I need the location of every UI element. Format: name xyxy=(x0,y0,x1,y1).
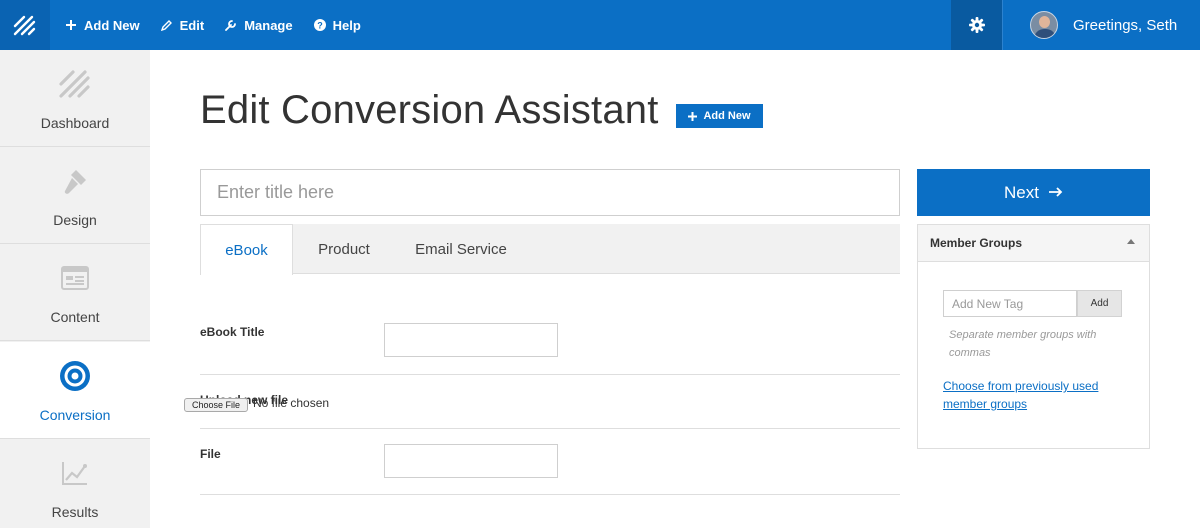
top-nav: Add New Edit Manage ? Help xyxy=(50,0,367,50)
add-tag-button[interactable]: Add xyxy=(1077,290,1122,317)
page-title: Edit Conversion Assistant xyxy=(200,88,659,132)
ebook-title-label: eBook Title xyxy=(200,325,265,339)
settings-button[interactable] xyxy=(951,0,1002,50)
sidebar-item-label: Design xyxy=(53,212,97,228)
paintbrush-icon xyxy=(57,163,93,199)
sidebar-item-design[interactable]: Design xyxy=(0,147,150,244)
tab-product[interactable]: Product xyxy=(300,224,388,274)
nav-help[interactable]: ? Help xyxy=(313,0,361,50)
content-layout-icon xyxy=(57,260,93,296)
choose-file-button[interactable]: Choose File xyxy=(184,398,248,412)
line-chart-icon xyxy=(57,455,93,491)
add-new-label: Add New xyxy=(703,110,751,122)
sidebar-item-label: Conversion xyxy=(39,407,111,423)
file-row: File xyxy=(200,429,900,495)
wrench-icon xyxy=(224,18,238,32)
ebook-title-row: eBook Title xyxy=(200,274,900,375)
sidebar-item-label: Results xyxy=(51,504,99,520)
member-groups-box: Member Groups Add Separate member groups… xyxy=(917,224,1150,449)
target-icon xyxy=(57,358,93,394)
nav-help-label: Help xyxy=(332,17,361,33)
avatar xyxy=(1030,11,1058,39)
tab-label: Product xyxy=(318,240,370,258)
next-label: Next xyxy=(1004,182,1039,202)
sidebar-item-dashboard[interactable]: Dashboard xyxy=(0,50,150,147)
next-button[interactable]: Next xyxy=(917,169,1150,216)
member-groups-help: Separate member groups with commas xyxy=(949,329,1097,359)
plus-icon xyxy=(64,18,78,32)
ebook-title-input[interactable] xyxy=(384,323,558,357)
tab-bar: eBook Product Email Service xyxy=(200,224,900,275)
tab-label: Email Service xyxy=(415,240,507,258)
sidebar-item-label: Content xyxy=(50,309,100,325)
gear-icon xyxy=(968,17,985,33)
sidebar-item-conversion[interactable]: Conversion xyxy=(0,342,150,439)
file-input[interactable] xyxy=(384,444,558,478)
sidebar-item-results[interactable]: Results xyxy=(0,439,150,528)
add-new-button[interactable]: Add New xyxy=(676,104,763,128)
choose-member-groups-link[interactable]: Choose from previously used member group… xyxy=(943,377,1133,413)
nav-edit[interactable]: Edit xyxy=(160,0,205,50)
sidebar-item-label: Dashboard xyxy=(40,115,110,131)
add-tag-input[interactable] xyxy=(943,290,1077,317)
nav-manage-label: Manage xyxy=(244,17,293,33)
pencil-icon xyxy=(160,18,174,32)
member-groups-header[interactable]: Member Groups xyxy=(918,225,1149,262)
greeting-text: Greetings, Seth xyxy=(1073,16,1178,34)
sidebar-item-content[interactable]: Content xyxy=(0,244,150,341)
help-icon: ? xyxy=(313,18,327,32)
tab-ebook[interactable]: eBook xyxy=(200,224,293,275)
plus-icon xyxy=(688,109,698,124)
nav-add-new[interactable]: Add New xyxy=(64,0,140,50)
top-bar: Add New Edit Manage ? Help Greetings, Se… xyxy=(0,0,1200,50)
nav-edit-label: Edit xyxy=(179,17,205,33)
no-file-text: No file chosen xyxy=(253,396,330,410)
svg-text:?: ? xyxy=(317,21,323,31)
arrow-right-icon xyxy=(1048,184,1063,202)
nav-manage[interactable]: Manage xyxy=(224,0,293,50)
dashboard-stripes-icon xyxy=(57,66,93,102)
tab-label: eBook xyxy=(225,241,268,259)
member-groups-title: Member Groups xyxy=(930,236,1023,250)
logo[interactable] xyxy=(0,0,50,50)
file-label: File xyxy=(200,447,221,461)
caret-up-icon xyxy=(1127,239,1135,244)
logo-stripes-icon xyxy=(13,15,36,36)
sidebar: Dashboard Design Content Conversion Resu… xyxy=(0,50,150,528)
tab-email-service[interactable]: Email Service xyxy=(405,224,517,274)
user-menu[interactable]: Greetings, Seth xyxy=(1002,0,1200,50)
title-input[interactable] xyxy=(200,169,900,216)
nav-add-new-label: Add New xyxy=(84,17,140,33)
